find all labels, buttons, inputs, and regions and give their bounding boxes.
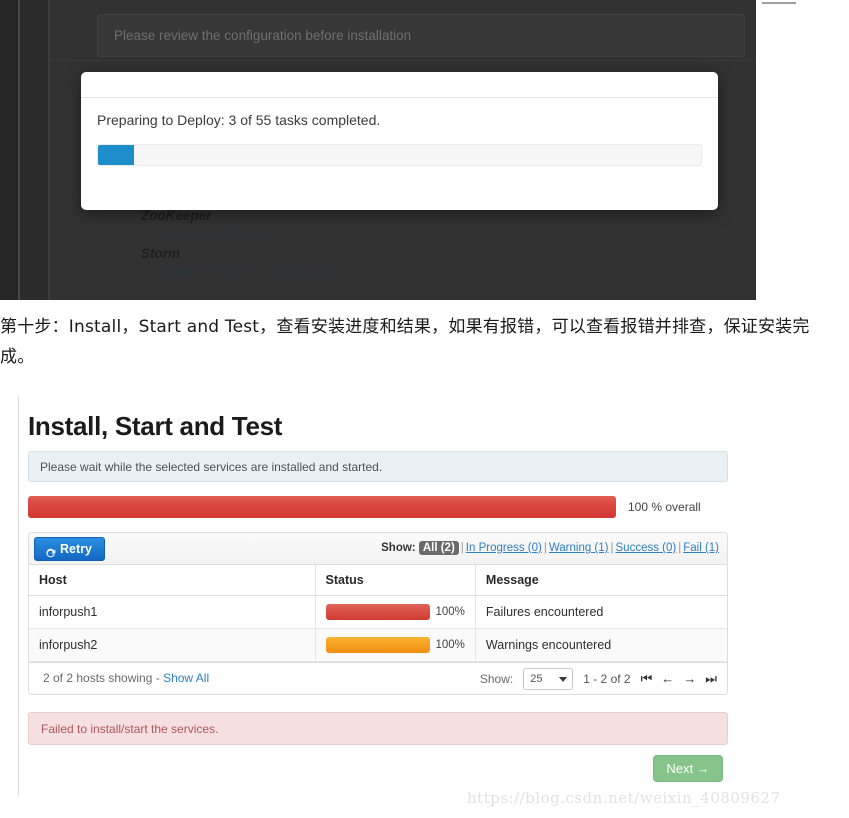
filter-show-label: Show: xyxy=(381,542,416,554)
top-screenshot-deploy-modal: Please review the configuration before i… xyxy=(0,0,756,300)
pager-prev-icon[interactable]: ← xyxy=(661,671,674,687)
cell-status: 100% xyxy=(315,628,476,662)
page-root: Please review the configuration before i… xyxy=(0,0,849,818)
page-range-label: 1 - 2 of 2 xyxy=(583,672,631,686)
modal-progress-fill xyxy=(98,145,135,165)
status-filter-group: Show: All (2) | In Progress (0) | Warning (1… xyxy=(381,541,719,555)
page-size-value: 25 xyxy=(530,673,543,685)
table-header-row: Host Status Message xyxy=(29,565,727,596)
step-caption-text: 第十步：Install，Start and Test，查看安装进度和结果，如果有… xyxy=(0,317,810,367)
overall-progress-bar xyxy=(28,496,616,518)
hosts-showing-text: 2 of 2 hosts showing - xyxy=(43,671,164,685)
pager-buttons: ⏮ ← → ⏭ xyxy=(641,671,717,687)
dark-gutter-inner xyxy=(20,0,48,300)
cell-host: inforpush2 xyxy=(29,628,316,662)
cell-message: Failures encountered xyxy=(475,595,727,629)
row-progress-percent: 100% xyxy=(435,606,465,618)
dimmed-divider xyxy=(50,60,756,61)
cell-message: Warnings encountered xyxy=(475,628,727,662)
info-banner-text: Please wait while the selected services … xyxy=(40,460,383,474)
tree-storm-drpc-server: DRPC Server : slave2.org.cn xyxy=(169,265,343,280)
review-configuration-text: Please review the configuration before i… xyxy=(114,28,412,43)
tree-service-storm: Storm xyxy=(141,246,181,261)
filter-success[interactable]: Success (0) xyxy=(616,542,677,554)
chevron-down-icon xyxy=(559,677,568,682)
review-configuration-banner: Please review the configuration before i… xyxy=(97,14,745,57)
cell-status: 100% xyxy=(315,595,476,629)
tree-zookeeper-server: Server : 3 hosts xyxy=(169,227,264,242)
info-banner: Please wait while the selected services … xyxy=(28,451,728,482)
row-progress-bar-fail xyxy=(325,604,430,620)
filter-fail[interactable]: Fail (1) xyxy=(683,542,719,554)
page-size-select[interactable]: 25 xyxy=(523,668,574,690)
filter-sep-2: | xyxy=(543,542,547,554)
filter-all[interactable]: All (2) xyxy=(418,541,459,555)
table-row[interactable]: inforpush2 100% Warnings encountered xyxy=(29,628,727,662)
overall-progress: 100 % overall xyxy=(28,496,728,518)
top-right-rule xyxy=(762,2,796,4)
service-summary-tree: ZooKeeper Server : 3 hosts Storm DRPC Se… xyxy=(141,206,342,282)
page-size-label: Show: xyxy=(479,672,514,686)
pager-next-icon[interactable]: → xyxy=(683,671,696,687)
retry-button[interactable]: Retry xyxy=(34,537,105,561)
hosts-panel: Retry Show: All (2) | In Progress (0) | Warn… xyxy=(28,532,728,695)
filter-in-progress[interactable]: In Progress (0) xyxy=(466,542,542,554)
modal-header xyxy=(81,72,718,98)
column-header-message[interactable]: Message xyxy=(475,565,727,596)
page-title: Install, Start and Test xyxy=(28,411,283,441)
retry-button-label: Retry xyxy=(60,541,92,556)
error-alert-text: Failed to install/start the services. xyxy=(41,722,219,736)
content-left-rule xyxy=(18,396,19,796)
modal-progress-track xyxy=(97,144,702,166)
column-header-status[interactable]: Status xyxy=(315,565,476,596)
row-progress-percent: 100% xyxy=(435,639,465,651)
next-button[interactable]: Next → xyxy=(653,755,723,782)
pagination-controls: Show: 25 1 - 2 of 2 ⏮ ← → ⏭ xyxy=(480,668,717,690)
filter-warning[interactable]: Warning (1) xyxy=(549,542,609,554)
pager-last-icon[interactable]: ⏭ xyxy=(705,671,717,687)
hosts-showing-info: 2 of 2 hosts showing - Show All xyxy=(43,671,209,685)
cell-host: inforpush1 xyxy=(29,595,316,629)
watermark: https://blog.csdn.net/weixin_40809627 xyxy=(467,789,781,807)
bottom-screenshot-install-start-test: Install, Start and Test Please wait whil… xyxy=(0,396,760,796)
row-progress-bar-warn xyxy=(325,637,430,653)
filter-sep-3: | xyxy=(610,542,614,554)
refresh-icon xyxy=(45,544,56,557)
column-header-host[interactable]: Host xyxy=(29,565,316,596)
modal-status-text: Preparing to Deploy: 3 of 55 tasks compl… xyxy=(97,112,381,128)
filter-sep-1: | xyxy=(460,542,464,554)
table-row[interactable]: inforpush1 100% Failures encountered xyxy=(29,595,727,629)
pager-first-icon[interactable]: ⏮ xyxy=(641,671,653,687)
hosts-table: Host Status Message inforpush1 100% Fail… xyxy=(29,565,727,662)
hosts-panel-toolbar: Retry Show: All (2) | In Progress (0) | Warn… xyxy=(29,533,727,565)
deploy-progress-modal: Preparing to Deploy: 3 of 55 tasks compl… xyxy=(81,72,718,210)
overall-progress-label: 100 % overall xyxy=(628,500,701,514)
dark-gutter-outer xyxy=(0,0,18,300)
show-all-link[interactable]: Show All xyxy=(163,671,209,685)
error-alert: Failed to install/start the services. xyxy=(28,712,728,745)
modal-body: Preparing to Deploy: 3 of 55 tasks compl… xyxy=(81,98,718,166)
hosts-panel-footer: 2 of 2 hosts showing - Show All Show: 25… xyxy=(29,662,727,694)
